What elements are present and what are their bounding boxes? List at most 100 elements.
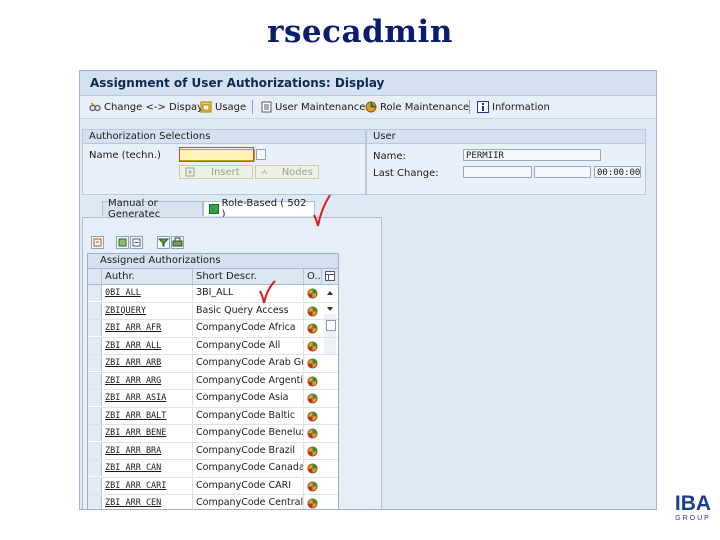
column-header-short-descr[interactable]: Short Descr. (193, 269, 304, 284)
row-selector[interactable] (88, 425, 102, 441)
usage-label: Usage (215, 101, 247, 113)
change-display-button[interactable]: Change <-> Dispay (89, 100, 203, 114)
iba-group-logo: IBA GROUP (668, 490, 718, 528)
application-toolbar: Change <-> Dispay Usage User Maintenance… (80, 96, 656, 119)
table-row[interactable]: ZBI_ARR_CAN CompanyCode Canada (88, 460, 338, 478)
focus-frame (179, 147, 254, 162)
row-selector[interactable] (88, 495, 102, 509)
column-settings-icon[interactable] (322, 269, 336, 284)
insert-button[interactable]: Insert (179, 165, 253, 179)
collapse-button[interactable] (130, 236, 143, 249)
table-row[interactable]: 0BI_ALL ЗBI_ALL (88, 285, 338, 303)
table-row[interactable]: ZBI_ARR_CEN CompanyCode Central (88, 495, 338, 509)
window-title: Assignment of User Authorizations: Displ… (90, 76, 385, 90)
role-icon[interactable] (304, 285, 320, 301)
row-selector[interactable] (88, 372, 102, 389)
table-row[interactable]: ZBI_ARR_BALT CompanyCode Baltic (88, 407, 338, 425)
row-selector[interactable] (88, 407, 102, 424)
column-header-authr[interactable]: Authr. (102, 269, 193, 284)
svg-text:IBA: IBA (675, 492, 711, 515)
role-icon[interactable] (304, 478, 320, 494)
authorization-selections-group: Authorization Selections Name (techn.) I… (82, 129, 366, 195)
role-icon[interactable] (304, 338, 320, 354)
role-icon[interactable] (304, 303, 320, 319)
role-icon[interactable] (304, 460, 320, 476)
window-title-bar: Assignment of User Authorizations: Displ… (80, 71, 656, 96)
role-icon[interactable] (304, 320, 320, 336)
auth-name-cell[interactable]: ZBI_ARR_BRA (102, 442, 193, 459)
sap-window: Assignment of User Authorizations: Displ… (79, 70, 657, 510)
short-descr-cell: CompanyCode Arab Gul (193, 355, 304, 371)
auth-name-cell[interactable]: ZBI_ARR_BENE (102, 425, 193, 441)
table-body: 0BI_ALL ЗBI_ALL ZBIQUERY Basic Query Access… (88, 285, 338, 509)
user-maintenance-label: User Maintenance (275, 101, 366, 113)
role-icon[interactable] (304, 390, 320, 406)
auth-name-cell[interactable]: ZBIQUERY (102, 302, 193, 319)
row-selector[interactable] (88, 460, 102, 476)
table-header: Authr. Short Descr. O.. (88, 269, 338, 285)
insert-icon (185, 167, 195, 177)
auth-name-cell[interactable]: ZBI_ARR_CEN (102, 495, 193, 509)
glasses-pencil-icon (89, 102, 101, 112)
table-row[interactable]: ZBIQUERY Basic Query Access (88, 302, 338, 320)
row-selector[interactable] (88, 390, 102, 406)
table-row[interactable]: ZBI_ARR_ARB CompanyCode Arab Gul (88, 355, 338, 373)
group-title: User (373, 131, 396, 142)
nodes-button[interactable]: Nodes (255, 165, 319, 179)
auth-name-cell[interactable]: ZBI_ARR_ARG (102, 372, 193, 389)
role-icon[interactable] (304, 443, 320, 459)
tab-manual-or-generated[interactable]: Manual or Generatec (102, 198, 203, 220)
short-descr-cell: CompanyCode Brazil (193, 442, 304, 459)
row-selector[interactable] (88, 320, 102, 336)
role-maintenance-button[interactable]: Role Maintenance (365, 100, 469, 114)
table-row[interactable]: ZBI_ARR_ARG CompanyCode Argentin (88, 372, 338, 390)
table-row[interactable]: ZBI_ARR_BRA CompanyCode Brazil (88, 442, 338, 460)
row-selector[interactable] (88, 302, 102, 319)
last-change-time-field: 00:00:00 (594, 166, 641, 178)
table-row[interactable]: ZBI_ARR_ASIA CompanyCode Asia (88, 390, 338, 408)
table-row[interactable]: ZBI_ARR_AFR CompanyCode Africa (88, 320, 338, 338)
role-icon[interactable] (304, 425, 320, 441)
table-row[interactable]: ZBI_ARR_ALL CompanyCode All (88, 337, 338, 355)
auth-name-cell[interactable]: ZBI_ARR_ARB (102, 355, 193, 371)
information-button[interactable]: Information (477, 100, 550, 114)
row-selector[interactable] (88, 442, 102, 459)
role-icon[interactable] (304, 495, 320, 509)
auth-name-cell[interactable]: ZBI_ARR_CAN (102, 460, 193, 476)
value-help-button[interactable] (256, 149, 266, 160)
usage-button[interactable]: Usage (200, 100, 246, 114)
filter-icon (157, 238, 170, 247)
hierarchy-icon (262, 169, 267, 175)
auth-name-cell[interactable]: ZBI_ARR_ALL (102, 337, 193, 354)
role-icon[interactable] (304, 355, 320, 371)
row-select-header[interactable] (88, 269, 102, 284)
table-row[interactable]: ZBI_ARR_CARI CompanyCode CARI (88, 477, 338, 495)
auth-name-cell[interactable]: ZBI_ARR_BALT (102, 407, 193, 424)
role-icon[interactable] (304, 408, 320, 424)
details-button[interactable] (91, 236, 104, 249)
group-header: User (367, 130, 645, 144)
toolbar-separator (469, 100, 470, 114)
row-selector[interactable] (88, 337, 102, 354)
user-name-label: Name: (373, 151, 406, 162)
table-row[interactable]: ZBI_ARR_BENE CompanyCode Benelux (88, 425, 338, 443)
row-selector[interactable] (88, 355, 102, 371)
auth-name-cell[interactable]: ZBI_ARR_ASIA (102, 390, 193, 406)
auth-name-cell[interactable]: ZBI_ARR_CARI (102, 477, 193, 494)
expand-button[interactable] (116, 236, 129, 249)
auth-name-cell[interactable]: 0BI_ALL (102, 285, 193, 301)
role-icon[interactable] (304, 373, 320, 389)
column-header-o[interactable]: O.. (304, 269, 322, 284)
iba-logo-mark: IBA GROUP (675, 492, 711, 522)
auth-name-cell[interactable]: ZBI_ARR_AFR (102, 320, 193, 336)
print-button[interactable] (171, 236, 184, 249)
short-descr-cell: CompanyCode Asia (193, 390, 304, 406)
filter-button[interactable] (157, 236, 170, 249)
row-selector[interactable] (88, 477, 102, 494)
group-title: Authorization Selections (89, 131, 211, 142)
tab-role-based[interactable]: Role-Based ( 502 ) (203, 198, 315, 220)
user-maintenance-button[interactable]: User Maintenance (261, 100, 365, 114)
row-selector[interactable] (88, 285, 102, 301)
svg-text:GROUP: GROUP (675, 515, 711, 522)
information-label: Information (492, 101, 550, 113)
